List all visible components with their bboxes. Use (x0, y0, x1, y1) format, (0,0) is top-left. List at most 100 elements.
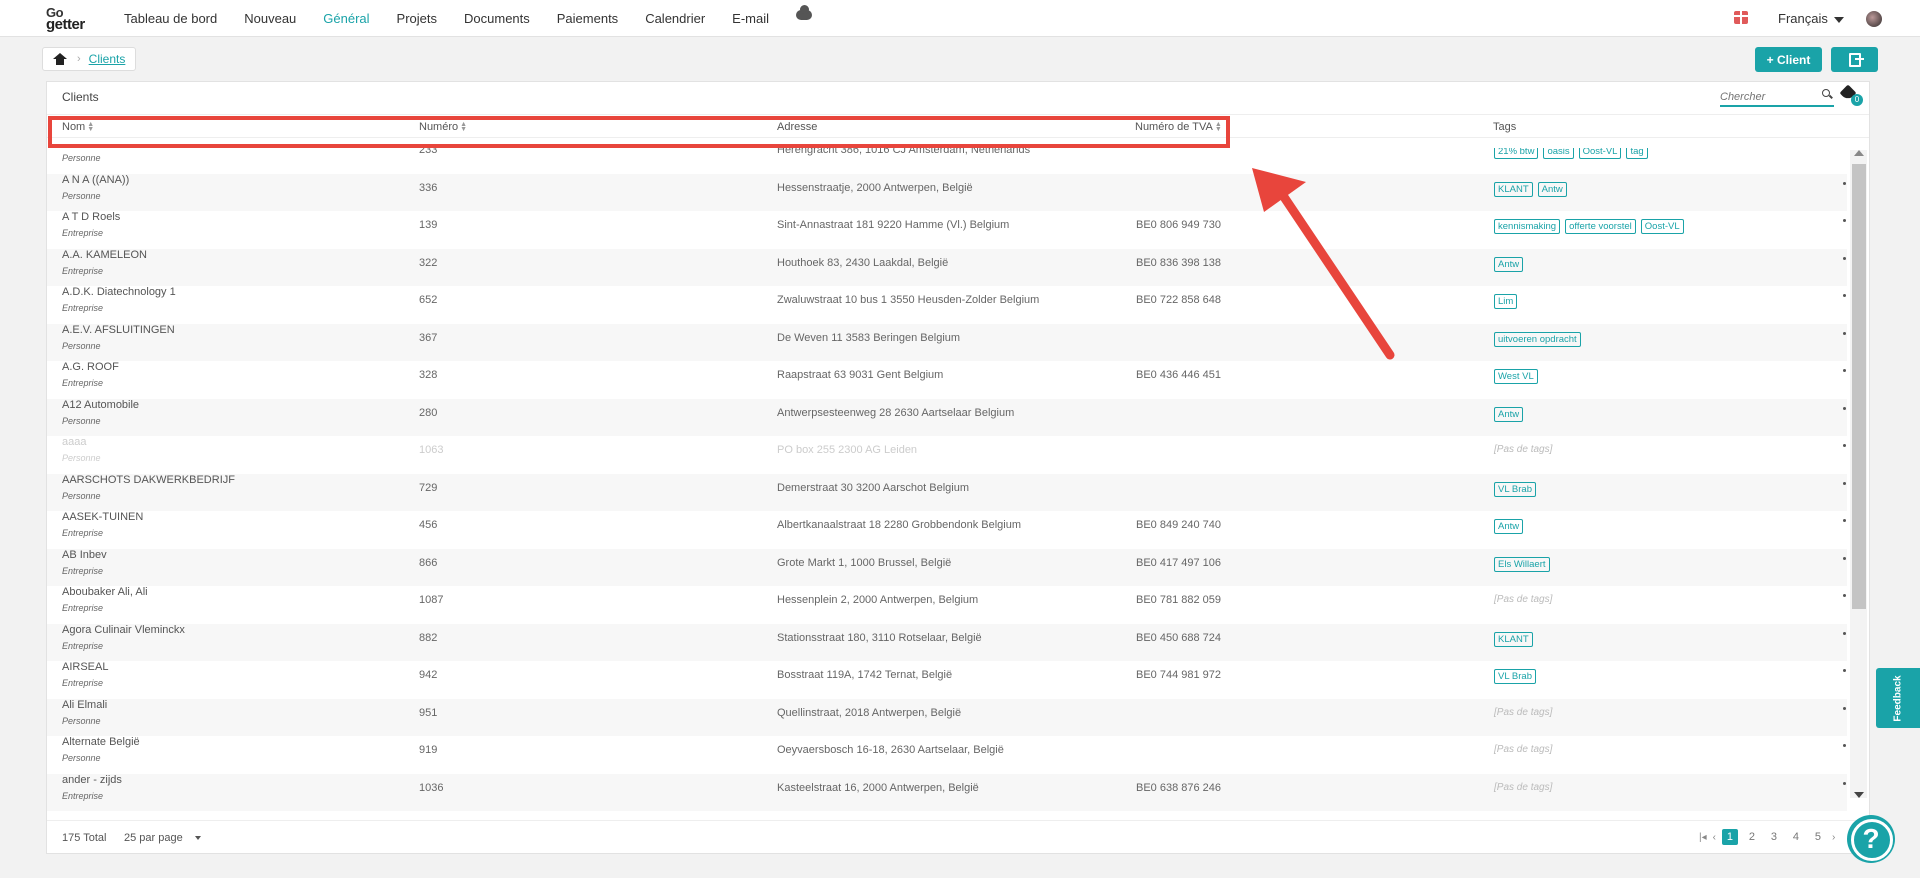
row-menu-icon[interactable] (1843, 594, 1846, 597)
tag-badge[interactable]: VL Brab (1494, 481, 1536, 497)
client-name[interactable]: AB Inbev (62, 549, 107, 561)
column-header-number[interactable]: Numéro ▲ ▼ (419, 121, 467, 133)
row-menu-icon[interactable] (1843, 406, 1846, 410)
client-name[interactable]: A N A ((ANA)) (62, 174, 129, 186)
tag-badge[interactable]: tag (1626, 148, 1648, 159)
nav-new[interactable]: Nouveau (244, 11, 296, 26)
nav-documents[interactable]: Documents (464, 11, 530, 26)
table-row[interactable]: Aboubaker Ali, Ali Entreprise 1087 Hessenpl… (47, 586, 1847, 624)
tag-badge[interactable]: Oost-VL (1578, 148, 1622, 159)
nav-email[interactable]: E-mail (732, 11, 769, 26)
tag-badge[interactable]: KLANT (1494, 181, 1533, 197)
page-link[interactable]: 3 (1766, 829, 1782, 845)
nav-calendar[interactable]: Calendrier (645, 11, 705, 26)
table-row[interactable]: Agora Culinair Vleminckx Entreprise 882 Sta… (47, 623, 1847, 661)
row-menu-icon[interactable] (1843, 181, 1846, 185)
table-row[interactable]: A N A ((ANA)) Personne 336 Hessenstraatje, … (47, 173, 1847, 211)
tag-badge[interactable]: kennismaking (1494, 219, 1561, 234)
per-page-select[interactable]: 25 par page (124, 832, 201, 844)
tag-badge[interactable]: Antw (1494, 406, 1524, 422)
table-scrollbar[interactable] (1850, 150, 1867, 798)
help-button[interactable]: ? (1847, 815, 1895, 863)
table-row[interactable]: A12 Automobile Personne 280 Antwerpsesteenw… (47, 398, 1847, 436)
tag-badge[interactable]: VL Brab (1494, 669, 1536, 684)
client-name[interactable]: A T D Roels (62, 211, 120, 223)
client-name[interactable]: Ali Elmali (62, 699, 107, 711)
page-link[interactable]: 1 (1721, 829, 1738, 845)
nav-dashboard[interactable]: Tableau de bord (124, 11, 217, 26)
client-name[interactable]: ander - zijds (62, 774, 122, 786)
table-row[interactable]: AIRSEAL Entreprise 942 Bosstraat 119A, 1742… (47, 661, 1847, 699)
next-page-icon[interactable]: › (1832, 832, 1835, 843)
table-row[interactable]: A.A. KAMELEON Entreprise 322 Houthoek 83, 2… (47, 248, 1847, 286)
first-page-icon[interactable]: |◂ (1699, 832, 1707, 843)
client-name[interactable]: A.E.V. AFSLUITINGEN (62, 324, 175, 336)
nav-payments[interactable]: Paiements (557, 11, 618, 26)
client-name[interactable]: Alternate België (62, 736, 140, 748)
table-row[interactable]: A & B GRANIETPersonne233Herengracht 386,… (47, 148, 1847, 174)
cloud-icon[interactable] (796, 4, 813, 20)
breadcrumb-clients[interactable]: Clients (89, 52, 126, 66)
table-row[interactable]: aaaa Personne 1063 PO box 255 2300 AG Leide… (47, 436, 1847, 474)
language-select[interactable]: Français (1778, 11, 1844, 26)
client-name[interactable]: AARSCHOTS DAKWERKBEDRIJF (62, 474, 235, 486)
table-row[interactable]: AB Inbev Entreprise 866 Grote Markt 1, 1000… (47, 548, 1847, 586)
tag-badge[interactable]: uitvoeren opdracht (1494, 331, 1581, 347)
table-row[interactable]: A.E.V. AFSLUITINGEN Personne 367 De Weven 1… (47, 323, 1847, 361)
avatar[interactable] (1866, 11, 1882, 27)
row-menu-icon[interactable] (1843, 706, 1846, 710)
row-menu-icon[interactable] (1843, 369, 1846, 372)
add-client-button[interactable]: + Client (1755, 47, 1822, 72)
prev-page-icon[interactable]: ‹ (1713, 832, 1716, 843)
home-icon[interactable] (53, 53, 67, 65)
tag-badge[interactable]: Lim (1494, 294, 1518, 309)
search-icon[interactable] (1822, 89, 1830, 97)
row-menu-icon[interactable] (1843, 331, 1846, 335)
row-menu-icon[interactable] (1843, 669, 1846, 672)
export-button[interactable] (1831, 47, 1878, 72)
table-row[interactable]: Alternate België Personne 919 Oeyvaersbosch… (47, 736, 1847, 774)
tag-badge[interactable]: Antw (1537, 181, 1567, 197)
table-row[interactable]: A T D Roels Entreprise 139 Sint-Annastraat … (47, 211, 1847, 249)
row-menu-icon[interactable] (1843, 631, 1846, 635)
search-input[interactable] (1720, 88, 1816, 106)
table-row[interactable]: AARSCHOTS DAKWERKBEDRIJF Personne 729 Demer… (47, 473, 1847, 511)
table-row[interactable]: ander - zijds Entreprise 1036 Kasteelstraat… (47, 773, 1847, 811)
scroll-up-icon[interactable] (1854, 150, 1864, 156)
row-menu-icon[interactable] (1843, 444, 1846, 447)
table-row[interactable]: A.D.K. Diatechnology 1 Entreprise 652 Zwalu… (47, 286, 1847, 324)
tag-badge[interactable]: West VL (1494, 369, 1538, 384)
client-name[interactable]: A.A. KAMELEON (62, 249, 147, 261)
tag-badge[interactable]: 21% btw (1494, 148, 1539, 159)
table-row[interactable]: AASEK-TUINEN Entreprise 456 Albertkanaalstr… (47, 511, 1847, 549)
row-menu-icon[interactable] (1843, 781, 1846, 785)
nav-general[interactable]: Général (323, 11, 369, 26)
tag-badge[interactable]: Antw (1494, 519, 1524, 534)
client-name[interactable]: AASEK-TUINEN (62, 511, 143, 523)
row-menu-icon[interactable] (1843, 519, 1846, 522)
table-row[interactable]: A.G. ROOF Entreprise 328 Raapstraat 63 9031… (47, 361, 1847, 399)
row-menu-icon[interactable] (1843, 481, 1846, 485)
tag-badge[interactable]: Els Willaert (1494, 556, 1550, 572)
page-link[interactable]: 2 (1744, 829, 1760, 845)
row-menu-icon[interactable] (1843, 219, 1846, 222)
feedback-tab[interactable]: Feedback (1876, 668, 1920, 728)
client-name[interactable]: A12 Automobile (62, 399, 139, 411)
scroll-thumb[interactable] (1852, 164, 1866, 609)
client-name[interactable]: aaaa (62, 436, 86, 448)
gogetter-logo[interactable]: Go getter (42, 5, 102, 33)
client-name[interactable]: A.D.K. Diatechnology 1 (62, 286, 176, 298)
nav-projects[interactable]: Projets (397, 11, 437, 26)
page-link[interactable]: 5 (1810, 829, 1826, 845)
client-name[interactable]: AIRSEAL (62, 661, 108, 673)
row-menu-icon[interactable] (1843, 744, 1846, 747)
table-row[interactable]: Ali Elmali Personne 951 Quellinstraat, 2018… (47, 698, 1847, 736)
tag-badge[interactable]: offerte voorstel (1565, 219, 1636, 234)
page-link[interactable]: 4 (1788, 829, 1804, 845)
tag-badge[interactable]: KLANT (1494, 631, 1533, 647)
column-header-vat[interactable]: Numéro de TVA ▲ ▼ (1135, 121, 1222, 133)
client-name[interactable]: Aboubaker Ali, Ali (62, 586, 148, 598)
row-menu-icon[interactable] (1843, 294, 1846, 297)
tag-badge[interactable]: Antw (1494, 256, 1524, 272)
tag-badge[interactable]: oasis (1543, 148, 1574, 159)
